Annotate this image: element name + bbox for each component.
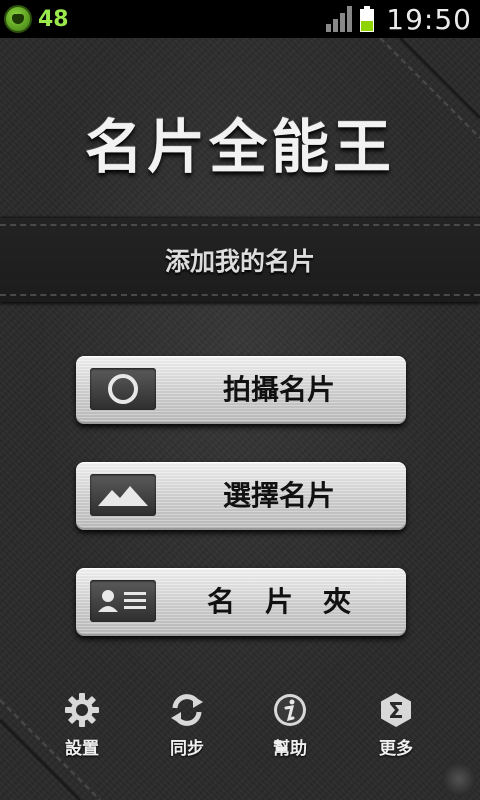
- card-holder-label: 名片夾: [206, 585, 381, 618]
- app-title: 名片全能王: [84, 113, 395, 181]
- signal-icon: [326, 6, 354, 32]
- card-holder-button[interactable]: 名片夾: [76, 568, 406, 636]
- sync-button[interactable]: 同步: [137, 688, 237, 768]
- status-left: 48: [4, 5, 69, 33]
- gear-icon: [65, 693, 99, 727]
- add-my-card-strip[interactable]: 添加我的名片: [0, 218, 480, 302]
- help-button[interactable]: 幫助: [240, 688, 340, 768]
- sync-label: 同步: [170, 739, 204, 759]
- info-icon: [274, 694, 306, 726]
- camera-icon: [90, 368, 156, 410]
- sync-icon: [171, 694, 203, 726]
- choose-card-image-button[interactable]: 選擇名片: [76, 462, 406, 530]
- clock: 19:50: [386, 2, 472, 36]
- settings-label: 設置: [65, 739, 99, 759]
- help-label: 幫助: [273, 739, 307, 759]
- take-card-photo-button[interactable]: 拍攝名片: [76, 356, 406, 424]
- contact-card-icon: [90, 580, 156, 622]
- home-indicator: [442, 762, 476, 796]
- choose-card-image-label: 選擇名片: [222, 479, 335, 512]
- more-button[interactable]: 更多: [346, 688, 446, 768]
- more-label: 更多: [379, 739, 413, 759]
- notification-count: 48: [38, 6, 69, 32]
- sigma-icon: [381, 693, 411, 727]
- add-my-card-label: 添加我的名片: [164, 247, 315, 276]
- stitch-line-top: [0, 224, 480, 226]
- status-bar: 48 19:50: [0, 0, 480, 38]
- image-icon: [90, 474, 156, 516]
- battery-icon: [360, 6, 375, 32]
- settings-button[interactable]: 設置: [32, 688, 132, 768]
- stitch-line-bottom: [0, 294, 480, 296]
- take-card-photo-label: 拍攝名片: [222, 373, 335, 406]
- status-right: 19:50: [326, 2, 472, 36]
- app-notification-icon[interactable]: [4, 5, 32, 33]
- bottom-toolbar: 設置 同步 幫助 更多: [0, 688, 480, 768]
- main-panel: 名片全能王 添加我的名片 拍攝名片 選擇名片 名片夾 設置 同步 幫助 更多: [0, 38, 480, 800]
